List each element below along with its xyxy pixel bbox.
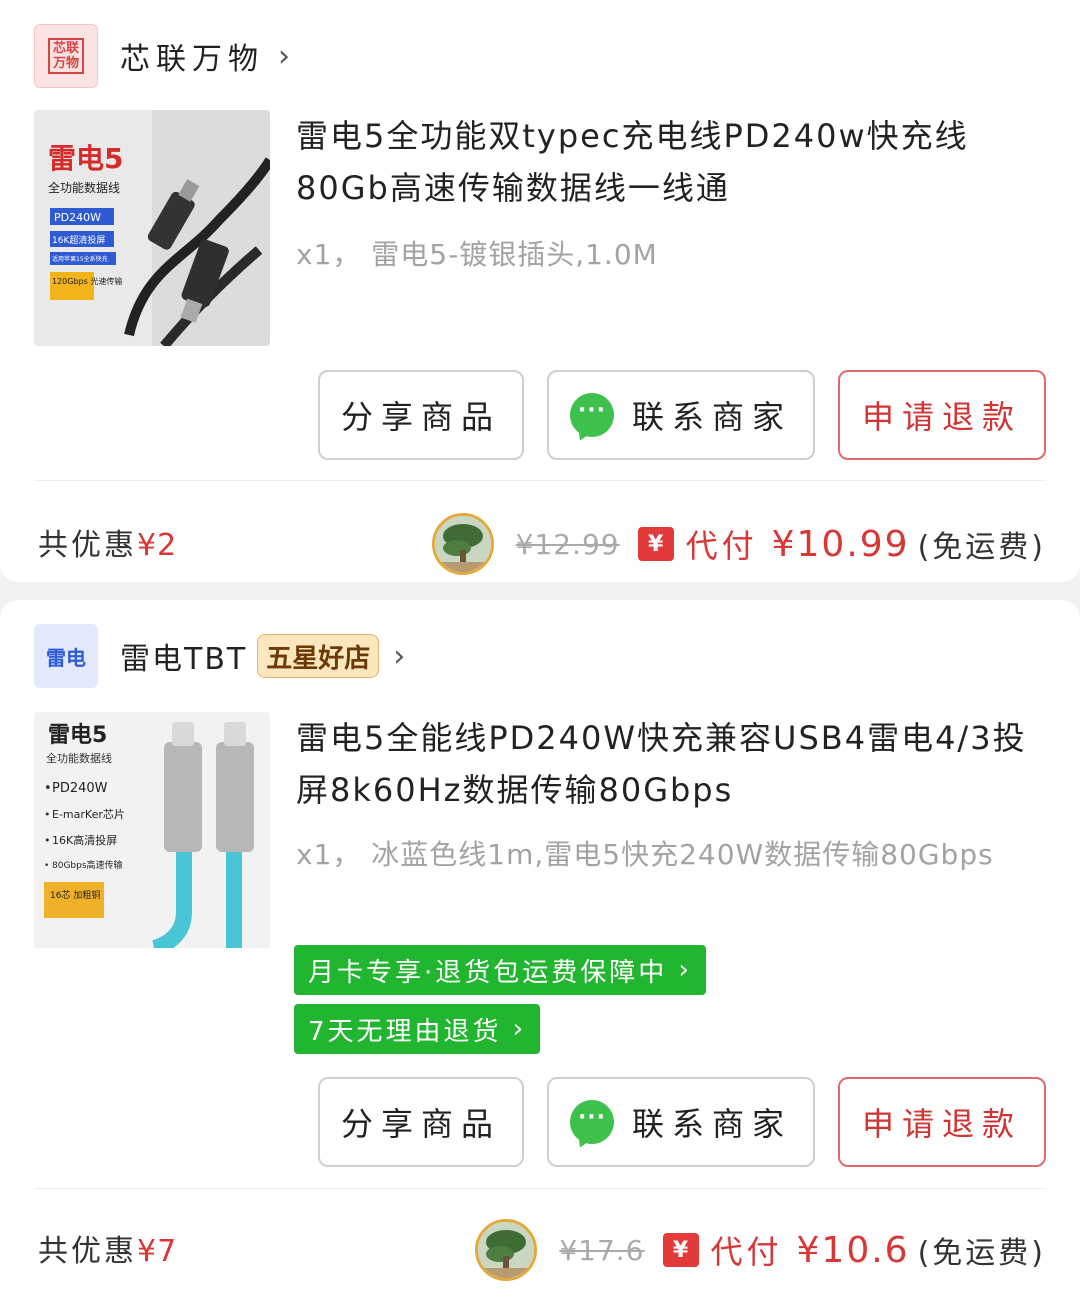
svg-text:全功能数据线: 全功能数据线 bbox=[48, 180, 120, 195]
shop-header[interactable]: 雷电 雷电TBT 五星好店 › bbox=[34, 624, 405, 688]
image-heading: 雷电5 bbox=[48, 142, 123, 175]
divider bbox=[34, 480, 1046, 481]
svg-text:PD240W: PD240W bbox=[54, 211, 101, 224]
share-product-button[interactable]: 分享商品 bbox=[318, 370, 524, 460]
svg-text:16K超清投屏: 16K超清投屏 bbox=[52, 234, 105, 246]
price-row: ¥17.6 ¥ 代付 ¥10.6 (免运费) bbox=[475, 1218, 1046, 1282]
chevron-right-icon: › bbox=[278, 38, 290, 74]
shipping-note: (免运费) bbox=[917, 530, 1046, 565]
product-spec: x1， 冰蓝色线1m,雷电5快充240W数据传输80Gbps bbox=[296, 838, 994, 871]
avatar[interactable] bbox=[475, 1219, 538, 1281]
svg-text:E-marKer芯片: E-marKer芯片 bbox=[52, 807, 125, 821]
svg-text:适用苹果15全系快充: 适用苹果15全系快充 bbox=[52, 255, 108, 263]
svg-text:80Gbps高速传输: 80Gbps高速传输 bbox=[52, 859, 123, 871]
final-price: ¥10.99 bbox=[771, 523, 910, 565]
order-card: 雷电 雷电TBT 五星好店 › 雷电5 全功能数据线 • PD240W • E-… bbox=[0, 600, 1080, 1308]
svg-text:全功能数据线: 全功能数据线 bbox=[46, 751, 112, 765]
chevron-right-icon: › bbox=[667, 955, 692, 985]
svg-text:•: • bbox=[44, 808, 51, 821]
svg-text:PD240W: PD240W bbox=[52, 781, 108, 796]
contact-seller-button[interactable]: ··· 联系商家 bbox=[547, 370, 815, 460]
request-refund-button[interactable]: 申请退款 bbox=[838, 370, 1046, 460]
product-spec: x1， 雷电5-镀银插头,1.0M bbox=[296, 238, 658, 271]
final-price: ¥10.6 bbox=[796, 1229, 910, 1271]
wechat-chat-icon: ··· bbox=[569, 1100, 614, 1144]
shop-name: 芯联万物 bbox=[120, 42, 264, 77]
contact-seller-label: 联系商家 bbox=[631, 1105, 792, 1143]
svg-text:•: • bbox=[44, 834, 51, 847]
shop-logo: 雷电 bbox=[34, 624, 98, 688]
seven-day-return-tag[interactable]: 7天无理由退货 › bbox=[294, 1004, 541, 1054]
product-image[interactable]: 雷电5 全功能数据线 • PD240W • E-marKer芯片 • 16K高清… bbox=[34, 712, 270, 948]
price-row: ¥12.99 ¥ 代付 ¥10.99 (免运费) bbox=[431, 512, 1046, 576]
pay-badge-icon: ¥ bbox=[662, 1233, 699, 1267]
discount-amount: ¥7 bbox=[137, 1234, 178, 1269]
order-card: 芯联万物 芯联万物 › 雷电5 全功能数据线 PD240W 16K超清投屏 适用… bbox=[0, 0, 1080, 582]
chevron-right-icon: › bbox=[393, 638, 406, 674]
five-star-shop-badge: 五星好店 bbox=[257, 634, 380, 678]
shop-name: 雷电TBT bbox=[120, 642, 248, 677]
svg-text:16K高清投屏: 16K高清投屏 bbox=[52, 833, 117, 847]
discount-amount: ¥2 bbox=[137, 528, 178, 563]
request-refund-button[interactable]: 申请退款 bbox=[838, 1077, 1046, 1167]
svg-text:16芯 加粗铜: 16芯 加粗铜 bbox=[50, 889, 100, 901]
wechat-chat-icon: ··· bbox=[569, 393, 614, 437]
return-shipping-guarantee-tag[interactable]: 月卡专享·退货包运费保障中 › bbox=[294, 945, 706, 995]
shop-header[interactable]: 芯联万物 芯联万物 › bbox=[34, 24, 290, 88]
avatar[interactable] bbox=[431, 513, 494, 575]
chevron-right-icon: › bbox=[501, 1014, 527, 1044]
original-price: ¥12.99 bbox=[515, 527, 620, 561]
proxy-pay-label: 代付 bbox=[685, 527, 758, 565]
contact-seller-button[interactable]: ··· 联系商家 bbox=[547, 1077, 815, 1167]
discount-summary: 共优惠¥2 bbox=[38, 528, 178, 563]
svg-text:120Gbps 光速传输: 120Gbps 光速传输 bbox=[52, 276, 122, 286]
proxy-pay-label: 代付 bbox=[710, 1233, 783, 1271]
shop-logo: 芯联万物 bbox=[34, 24, 98, 88]
svg-text:•: • bbox=[44, 861, 49, 871]
product-title[interactable]: 雷电5全能线PD240W快充兼容USB4雷电4/3投屏8k60Hz数据传输80G… bbox=[296, 712, 1046, 816]
shipping-note: (免运费) bbox=[917, 1236, 1046, 1271]
share-product-button[interactable]: 分享商品 bbox=[318, 1077, 524, 1167]
pay-badge-icon: ¥ bbox=[637, 527, 674, 561]
contact-seller-label: 联系商家 bbox=[631, 398, 792, 436]
discount-summary: 共优惠¥7 bbox=[38, 1234, 178, 1269]
product-title[interactable]: 雷电5全功能双typec充电线PD240w快充线80Gb高速传输数据线一线通 bbox=[296, 110, 1046, 214]
svg-text:雷电5: 雷电5 bbox=[48, 723, 107, 748]
original-price: ¥17.6 bbox=[559, 1233, 645, 1267]
svg-text:•: • bbox=[44, 781, 52, 796]
product-image[interactable]: 雷电5 全功能数据线 PD240W 16K超清投屏 适用苹果15全系快充 120… bbox=[34, 110, 270, 346]
divider bbox=[34, 1188, 1046, 1189]
